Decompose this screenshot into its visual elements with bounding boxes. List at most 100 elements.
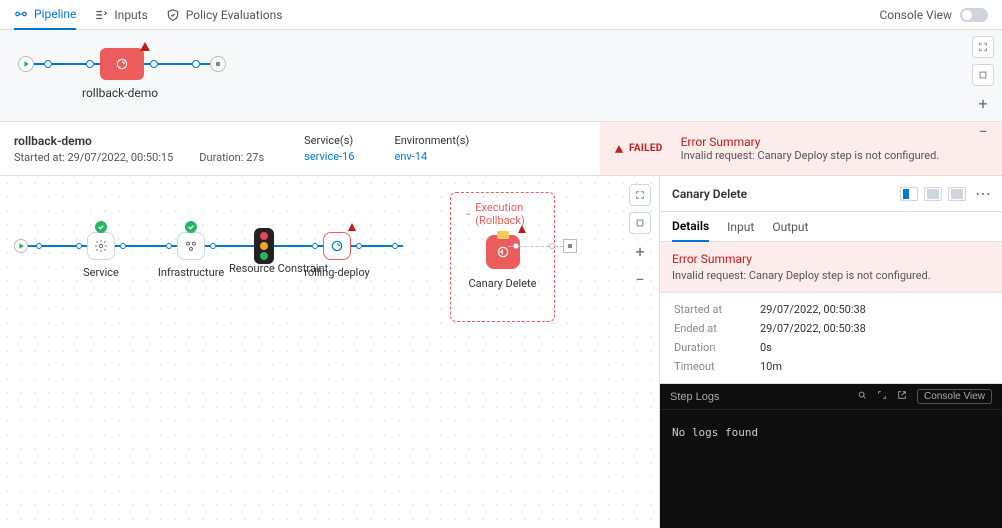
step-logs-title: Step Logs bbox=[670, 391, 847, 403]
flow-start-node[interactable] bbox=[14, 239, 28, 253]
step-error-banner: Error Summary Invalid request: Canary De… bbox=[660, 242, 1002, 293]
play-icon bbox=[16, 241, 26, 251]
error-title: Error Summary bbox=[672, 252, 990, 266]
pipeline-start-node[interactable] bbox=[18, 56, 34, 72]
search-button[interactable] bbox=[857, 390, 867, 403]
meta-key: Started at bbox=[674, 303, 744, 316]
tab-output[interactable]: Output bbox=[772, 212, 808, 242]
fullscreen-button[interactable] bbox=[972, 36, 994, 58]
error-summary-title: Error Summary bbox=[681, 135, 940, 149]
connector bbox=[86, 60, 94, 68]
deploy-icon bbox=[330, 239, 344, 253]
stop-icon bbox=[565, 241, 575, 251]
shield-check-icon bbox=[166, 8, 180, 22]
connector bbox=[44, 60, 52, 68]
inputs-icon bbox=[94, 8, 108, 22]
node-label: Canary Delete bbox=[469, 277, 537, 290]
square-icon bbox=[635, 218, 645, 228]
execution-error-banner: FAILED Error Summary Invalid request: Ca… bbox=[600, 122, 1002, 175]
environment-link[interactable]: env-14 bbox=[394, 150, 469, 163]
square-icon bbox=[978, 70, 988, 80]
play-icon bbox=[21, 59, 31, 69]
stop-icon bbox=[213, 59, 223, 69]
layout-split-even-button[interactable] bbox=[924, 187, 942, 201]
layout-split-left-button[interactable] bbox=[900, 187, 918, 201]
duration: Duration: 27s bbox=[199, 151, 264, 164]
popout-icon bbox=[897, 390, 907, 400]
connector bbox=[150, 60, 158, 68]
tab-policy-evaluations[interactable]: Policy Evaluations bbox=[166, 0, 283, 30]
layout-full-button[interactable] bbox=[948, 187, 966, 201]
expand-icon bbox=[877, 390, 887, 400]
fullscreen-icon bbox=[635, 190, 645, 200]
log-output: No logs found bbox=[660, 410, 1002, 455]
overview-stage-rollback-demo[interactable] bbox=[100, 48, 144, 80]
pipeline-name: rollback-demo bbox=[14, 134, 264, 148]
panel-title: Canary Delete bbox=[672, 187, 890, 201]
node-label: Resource Constraint bbox=[229, 262, 299, 275]
services-label: Service(s) bbox=[304, 134, 354, 147]
pipeline-end-node[interactable] bbox=[210, 56, 226, 72]
meta-value: 0s bbox=[760, 341, 988, 354]
meta-key: Duration bbox=[674, 341, 744, 354]
status-success-icon bbox=[95, 221, 107, 233]
meta-key: Ended at bbox=[674, 322, 744, 335]
flow-end-node[interactable] bbox=[563, 239, 577, 253]
meta-key: Timeout bbox=[674, 360, 744, 373]
fullscreen-icon bbox=[978, 42, 988, 52]
meta-value: 29/07/2022, 00:50:38 bbox=[760, 322, 988, 335]
yellow-light-icon bbox=[260, 242, 268, 250]
gear-icon bbox=[94, 239, 108, 253]
warning-icon bbox=[140, 42, 150, 51]
zoom-in-button[interactable]: + bbox=[972, 92, 994, 114]
search-icon bbox=[857, 390, 867, 400]
zoom-out-button[interactable]: − bbox=[972, 120, 994, 142]
more-button[interactable]: ⋯ bbox=[976, 187, 990, 201]
node-infrastructure[interactable] bbox=[177, 232, 205, 260]
error-message: Invalid request: Canary Deploy step is n… bbox=[672, 269, 990, 282]
canvas-zoom-out-button[interactable]: − bbox=[629, 268, 651, 290]
warning-icon bbox=[348, 223, 356, 231]
console-view-label: Console View bbox=[879, 8, 952, 22]
subgroup-label: Execution (Rollback) bbox=[475, 201, 540, 227]
canvas-zoom-in-button[interactable]: + bbox=[629, 240, 651, 262]
meta-value: 29/07/2022, 00:50:38 bbox=[760, 303, 988, 316]
minimap-button[interactable] bbox=[972, 64, 994, 86]
tab-label: Pipeline bbox=[34, 7, 76, 21]
warning-icon bbox=[518, 225, 526, 233]
status-badge: FAILED bbox=[614, 143, 663, 154]
error-summary-message: Invalid request: Canary Deploy step is n… bbox=[681, 149, 940, 162]
node-label: rolling-deploy bbox=[304, 266, 370, 279]
tab-pipeline[interactable]: Pipeline bbox=[14, 0, 76, 30]
tab-inputs[interactable]: Inputs bbox=[94, 0, 147, 30]
overview-stage-label: rollback-demo bbox=[82, 86, 158, 100]
tab-details[interactable]: Details bbox=[672, 212, 709, 242]
node-resource-constraint[interactable] bbox=[254, 228, 274, 264]
tab-input[interactable]: Input bbox=[727, 212, 754, 242]
console-view-toggle[interactable]: Console View bbox=[879, 8, 988, 22]
node-label: Service bbox=[83, 266, 119, 279]
meta-value: 10m bbox=[760, 360, 988, 373]
node-rolling-deploy[interactable] bbox=[323, 232, 351, 260]
connector bbox=[192, 60, 200, 68]
start-time: Started at: 29/07/2022, 00:50:15 bbox=[14, 151, 173, 164]
canvas-minimap-button[interactable] bbox=[629, 212, 651, 234]
tab-label: Inputs bbox=[114, 8, 147, 22]
environments-label: Environment(s) bbox=[394, 134, 469, 147]
execution-canvas[interactable]: + − − Execution (Rollback) Canary Delete bbox=[0, 176, 660, 528]
toggle-switch[interactable] bbox=[960, 8, 988, 22]
status-success-icon bbox=[185, 221, 197, 233]
status-text: FAILED bbox=[629, 143, 663, 154]
deploy-icon bbox=[115, 57, 129, 71]
red-light-icon bbox=[260, 232, 268, 240]
canvas-fullscreen-button[interactable] bbox=[629, 184, 651, 206]
green-light-icon bbox=[260, 252, 268, 260]
warning-triangle-icon bbox=[614, 144, 624, 154]
expand-button[interactable] bbox=[877, 390, 887, 403]
logs-console-view-button[interactable]: Console View bbox=[917, 389, 992, 404]
collapse-icon[interactable]: − bbox=[465, 208, 471, 221]
node-service[interactable] bbox=[87, 232, 115, 260]
pipeline-icon bbox=[14, 7, 28, 21]
service-link[interactable]: service-16 bbox=[304, 150, 354, 163]
popout-button[interactable] bbox=[897, 390, 907, 403]
